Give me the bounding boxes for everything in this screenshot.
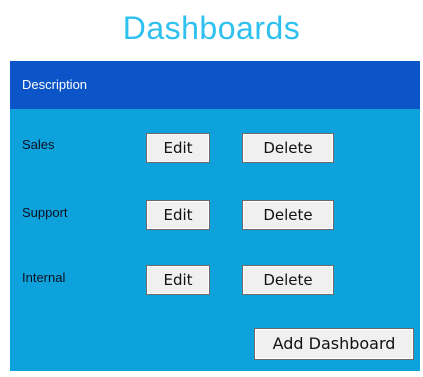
page-title: Dashboards: [122, 10, 301, 46]
description-column-header: Description: [22, 77, 88, 92]
delete-sales-button[interactable]: Delete: [242, 133, 334, 163]
delete-support-button[interactable]: Delete: [242, 200, 334, 230]
edit-sales-button[interactable]: Edit: [146, 133, 210, 163]
table-header: Description: [10, 61, 420, 109]
row-name-support: Support: [22, 205, 68, 220]
edit-support-button[interactable]: Edit: [146, 200, 210, 230]
edit-internal-button[interactable]: Edit: [146, 265, 210, 295]
row-name-sales: Sales: [22, 137, 55, 152]
row-name-internal: Internal: [22, 270, 66, 285]
dashboards-panel: Description Sales Edit Delete Support Ed…: [10, 61, 420, 371]
add-dashboard-button[interactable]: Add Dashboard: [254, 328, 414, 360]
delete-internal-button[interactable]: Delete: [242, 265, 334, 295]
